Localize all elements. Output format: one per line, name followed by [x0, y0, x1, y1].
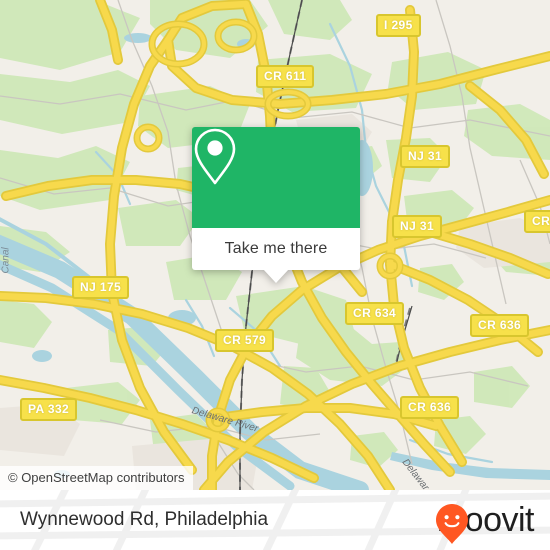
road-shield-nj31-a[interactable]: NJ 31 — [400, 145, 451, 168]
callout-pointer-tail — [263, 269, 289, 283]
canal-label: Canal — [0, 247, 12, 274]
take-me-there-label: Take me there — [224, 240, 328, 257]
callout-pin-panel — [192, 127, 360, 228]
moovit-map-screen: Delaware River Delawar Canal I 295 CR 61… — [0, 0, 550, 550]
road-shield-nj31-b[interactable]: NJ 31 — [392, 215, 443, 238]
road-shield-cr636-b[interactable]: CR 636 — [400, 396, 460, 419]
moovit-logo[interactable]: moovit — [435, 503, 535, 544]
osm-attribution[interactable]: © OpenStreetMap contributors — [0, 466, 193, 490]
location-title: Wynnewood Rd, Philadelphia — [20, 509, 269, 530]
road-shield-cr6[interactable]: CR 6 — [524, 210, 550, 233]
footer-bar: Wynnewood Rd, Philadelphia moovit — [0, 490, 550, 550]
road-shield-i295[interactable]: I 295 — [376, 14, 421, 37]
map-canvas[interactable]: Delaware River Delawar Canal I 295 CR 61… — [0, 0, 550, 490]
road-shield-nj175[interactable]: NJ 175 — [72, 276, 130, 299]
road-shield-cr634[interactable]: CR 634 — [345, 302, 405, 325]
road-shield-cr611[interactable]: CR 611 — [256, 65, 315, 88]
road-shield-cr636-a[interactable]: CR 636 — [470, 314, 530, 337]
take-me-there-callout[interactable]: Take me there — [192, 127, 360, 283]
road-shield-cr579[interactable]: CR 579 — [215, 329, 275, 352]
callout-action-bar[interactable]: Take me there — [192, 228, 360, 283]
road-shield-pa332[interactable]: PA 332 — [20, 398, 78, 421]
